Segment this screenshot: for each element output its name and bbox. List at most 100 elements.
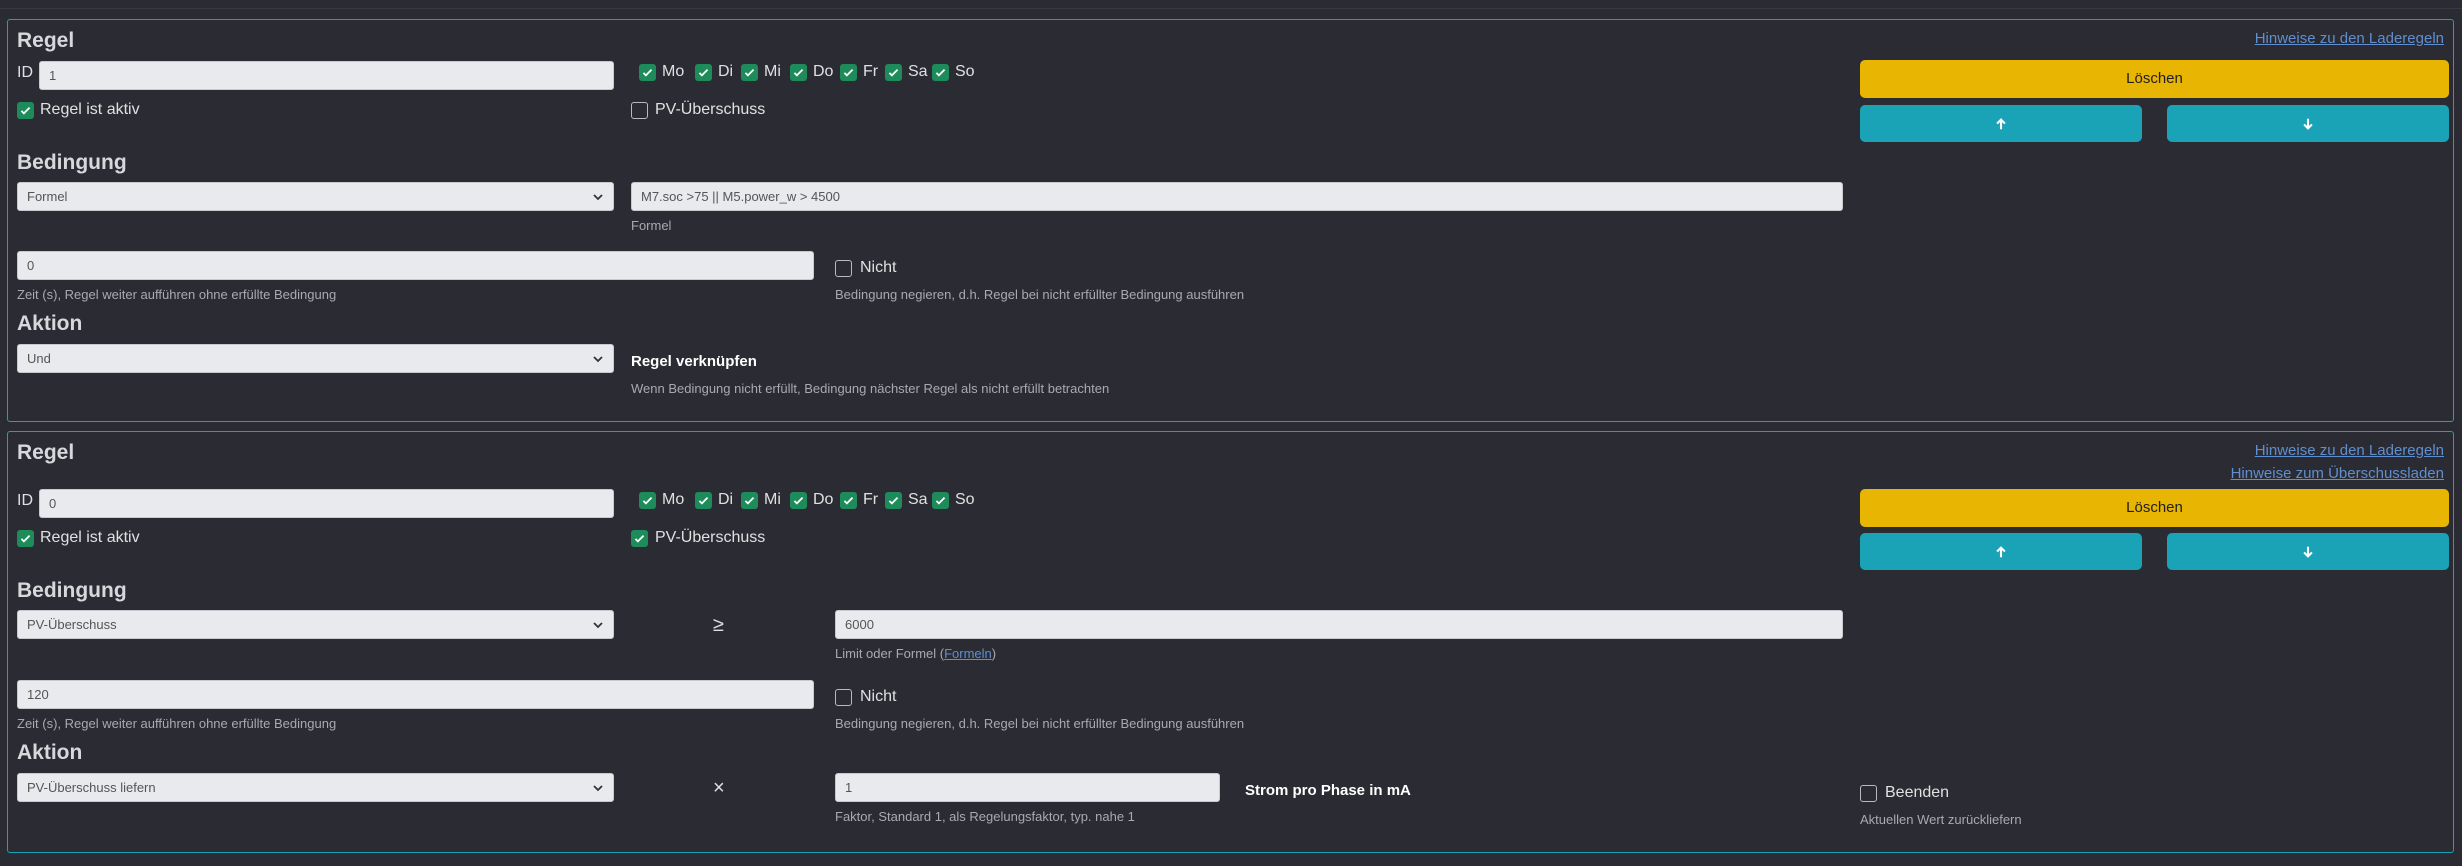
check-icon bbox=[744, 497, 755, 505]
day-label-do: Do bbox=[813, 491, 834, 508]
limit-help: Limit oder Formel (Formeln) bbox=[835, 646, 996, 661]
day-label-mo: Mo bbox=[662, 63, 685, 80]
day-checkbox-so[interactable] bbox=[932, 492, 949, 509]
check-icon bbox=[888, 497, 899, 505]
day-checkbox-sa[interactable] bbox=[885, 64, 902, 81]
rule-active-checkbox[interactable] bbox=[17, 530, 34, 547]
delete-button[interactable]: Löschen bbox=[1860, 60, 2449, 98]
formeln-link[interactable]: Formeln bbox=[944, 646, 992, 661]
time-input[interactable]: 0 bbox=[17, 251, 814, 280]
check-icon bbox=[888, 69, 899, 77]
rule-title: Regel bbox=[17, 29, 75, 52]
rule-active-label: Regel ist aktiv bbox=[40, 529, 140, 546]
move-up-button[interactable] bbox=[1860, 533, 2142, 570]
check-icon bbox=[698, 497, 709, 505]
action-title: Aktion bbox=[17, 741, 83, 764]
day-checkbox-do[interactable] bbox=[790, 64, 807, 81]
weekday-checkboxes: Mo Di Mi Do Fr Sa So bbox=[633, 62, 993, 86]
beenden-label: Beenden bbox=[1885, 784, 1950, 801]
formula-help: Formel bbox=[631, 218, 672, 233]
formula-input[interactable]: M7.soc >75 || M5.power_w > 4500 bbox=[631, 182, 1843, 211]
check-icon bbox=[20, 535, 31, 543]
negate-help: Bedingung negieren, d.h. Regel bei nicht… bbox=[835, 716, 1245, 731]
ueberschuss-help-link[interactable]: Hinweise zum Überschussladen bbox=[2231, 465, 2444, 482]
id-input[interactable]: 0 bbox=[39, 489, 614, 518]
condition-type-value: PV-Überschuss bbox=[27, 617, 117, 632]
day-label-sa: Sa bbox=[908, 491, 928, 508]
day-checkbox-di[interactable] bbox=[695, 492, 712, 509]
laderegeln-help-link[interactable]: Hinweise zu den Laderegeln bbox=[2255, 30, 2444, 47]
day-checkbox-fr[interactable] bbox=[840, 492, 857, 509]
day-checkbox-mo[interactable] bbox=[639, 64, 656, 81]
action-select[interactable]: Und bbox=[17, 344, 614, 373]
rule-active-checkbox[interactable] bbox=[17, 102, 34, 119]
id-label: ID bbox=[17, 492, 33, 509]
check-icon bbox=[698, 69, 709, 77]
day-label-do: Do bbox=[813, 63, 834, 80]
check-icon bbox=[843, 69, 854, 77]
comparison-operator: ≥ bbox=[713, 614, 724, 636]
pv-ueberschuss-checkbox[interactable] bbox=[631, 102, 648, 119]
time-input[interactable]: 120 bbox=[17, 680, 814, 709]
move-down-button[interactable] bbox=[2167, 105, 2449, 142]
condition-type-value: Formel bbox=[27, 189, 68, 204]
condition-type-select[interactable]: Formel bbox=[17, 182, 614, 211]
time-help: Zeit (s), Regel weiter aufführen ohne er… bbox=[17, 716, 337, 731]
chevron-down-icon bbox=[593, 194, 603, 201]
day-checkbox-mo[interactable] bbox=[639, 492, 656, 509]
day-label-mi: Mi bbox=[764, 491, 781, 508]
check-icon bbox=[634, 535, 645, 543]
delete-button[interactable]: Löschen bbox=[1860, 489, 2449, 527]
multiply-operator: × bbox=[713, 777, 725, 799]
condition-title: Bedingung bbox=[17, 579, 127, 602]
day-checkbox-do[interactable] bbox=[790, 492, 807, 509]
negate-label: Nicht bbox=[860, 259, 897, 276]
action-label: Regel verknüpfen bbox=[631, 353, 757, 370]
factor-input[interactable]: 1 bbox=[835, 773, 1220, 802]
check-icon bbox=[843, 497, 854, 505]
action-value: Und bbox=[27, 351, 51, 366]
day-label-fr: Fr bbox=[863, 63, 879, 80]
day-label-so: So bbox=[955, 491, 975, 508]
pv-ueberschuss-checkbox[interactable] bbox=[631, 530, 648, 547]
negate-checkbox[interactable] bbox=[835, 260, 852, 277]
laderegeln-help-link[interactable]: Hinweise zu den Laderegeln bbox=[2255, 442, 2444, 459]
negate-checkbox[interactable] bbox=[835, 689, 852, 706]
day-checkbox-mi[interactable] bbox=[741, 64, 758, 81]
day-label-di: Di bbox=[718, 491, 734, 508]
beenden-checkbox[interactable] bbox=[1860, 785, 1877, 802]
time-help: Zeit (s), Regel weiter aufführen ohne er… bbox=[17, 287, 337, 302]
day-label-mi: Mi bbox=[764, 63, 781, 80]
limit-help-prefix: Limit oder Formel ( bbox=[835, 646, 945, 661]
chevron-down-icon bbox=[593, 356, 603, 363]
top-divider bbox=[0, 0, 2462, 9]
action-value: PV-Überschuss liefern bbox=[27, 780, 156, 795]
day-checkbox-di[interactable] bbox=[695, 64, 712, 81]
arrow-down-icon bbox=[2303, 546, 2313, 558]
negate-help: Bedingung negieren, d.h. Regel bei nicht… bbox=[835, 287, 1245, 302]
id-input[interactable]: 1 bbox=[39, 61, 614, 90]
factor-help: Faktor, Standard 1, als Regelungsfaktor,… bbox=[835, 809, 1135, 824]
check-icon bbox=[793, 69, 804, 77]
action-help: Wenn Bedingung nicht erfüllt, Bedingung … bbox=[631, 381, 1110, 396]
day-checkbox-fr[interactable] bbox=[840, 64, 857, 81]
pv-ueberschuss-label: PV-Überschuss bbox=[655, 529, 766, 546]
weekday-checkboxes: Mo Di Mi Do Fr Sa So bbox=[633, 490, 993, 514]
arrow-up-icon bbox=[1996, 545, 2006, 557]
rule-title: Regel bbox=[17, 441, 75, 464]
move-up-button[interactable] bbox=[1860, 105, 2142, 142]
limit-input[interactable]: 6000 bbox=[835, 610, 1843, 639]
arrow-down-icon bbox=[2303, 118, 2313, 130]
check-icon bbox=[935, 69, 946, 77]
day-checkbox-mi[interactable] bbox=[741, 492, 758, 509]
day-label-so: So bbox=[955, 63, 975, 80]
move-down-button[interactable] bbox=[2167, 533, 2449, 570]
day-checkbox-so[interactable] bbox=[932, 64, 949, 81]
day-label-fr: Fr bbox=[863, 491, 879, 508]
check-icon bbox=[744, 69, 755, 77]
chevron-down-icon bbox=[593, 785, 603, 792]
action-select[interactable]: PV-Überschuss liefern bbox=[17, 773, 614, 802]
condition-type-select[interactable]: PV-Überschuss bbox=[17, 610, 614, 639]
day-checkbox-sa[interactable] bbox=[885, 492, 902, 509]
condition-title: Bedingung bbox=[17, 151, 127, 174]
